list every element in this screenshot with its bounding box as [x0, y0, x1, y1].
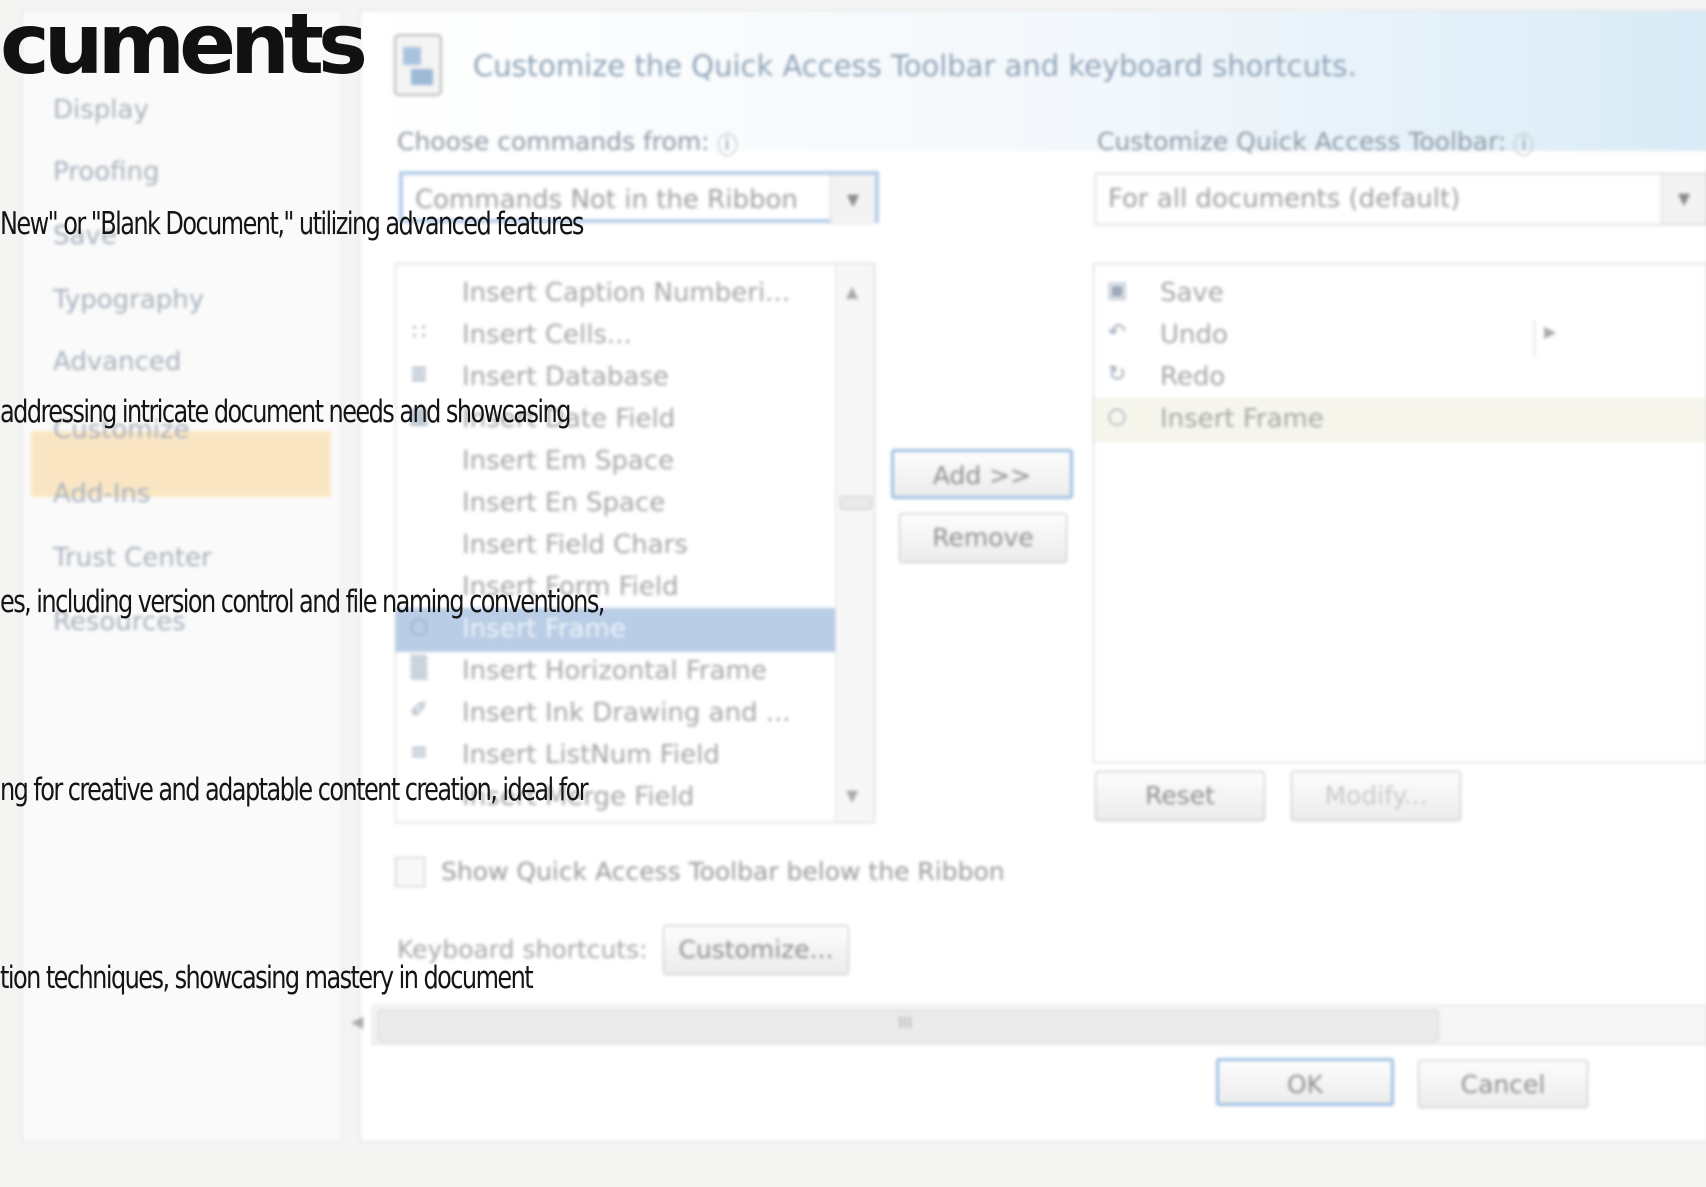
commands-list[interactable]: Insert Caption Numberi... ∷ Insert Cells..… — [395, 263, 875, 823]
sidebar-item-save[interactable]: Save — [53, 221, 117, 251]
blank-icon — [402, 782, 436, 812]
list-item[interactable]: ≣ Insert Database — [396, 356, 836, 400]
list-item[interactable]: Insert En Space — [396, 482, 836, 526]
list-item-label: Insert Frame — [462, 614, 626, 644]
list-item-label: Insert Horizontal Frame — [462, 656, 767, 686]
horizontal-scroll-thumb[interactable]: III — [377, 1010, 1439, 1042]
blank-icon — [402, 530, 436, 560]
list-item[interactable]: ▒ Insert Horizontal Frame — [396, 650, 836, 694]
list-item[interactable]: ✐ Insert Ink Drawing and ... — [396, 692, 836, 736]
sidebar-item-resources[interactable]: Resources — [53, 607, 186, 637]
choose-commands-dropdown[interactable]: Commands Not in the Ribbon ▼ — [399, 171, 879, 225]
customize-toolbar-label: Customize Quick Access Toolbar: i — [1097, 127, 1534, 156]
list-item-label: Save — [1160, 278, 1224, 308]
list-item[interactable]: ↻ Redo — [1094, 356, 1706, 400]
horizontal-frame-icon: ▒ — [410, 656, 428, 681]
submenu-arrow-icon[interactable]: ▶ — [1544, 322, 1556, 341]
list-item-label: Insert Form Field — [462, 572, 679, 602]
word-options-dialog: Display Proofing Save Typography Advance… — [0, 0, 1706, 1187]
toolbar-scope-value: For all documents (default) — [1108, 184, 1461, 214]
commands-list-scrollbar[interactable]: ▲ ▼ — [835, 264, 874, 822]
date-icon: ▦ — [408, 404, 430, 429]
listnum-icon: ≡ — [409, 740, 429, 765]
ok-button[interactable]: OK — [1216, 1058, 1394, 1106]
sidebar-item-customize[interactable]: Customize — [53, 415, 189, 445]
modify-button[interactable]: Modify... — [1291, 771, 1461, 821]
list-item[interactable]: Insert Caption Numberi... — [396, 272, 836, 316]
sidebar-item-add-ins[interactable]: Add-Ins — [53, 479, 150, 509]
frame-icon: ○ — [1107, 404, 1127, 429]
database-icon: ≣ — [409, 362, 429, 387]
list-item[interactable]: ∷ Insert Cells... — [396, 314, 836, 358]
frame-icon: ○ — [409, 614, 429, 639]
undo-icon: ↶ — [1107, 320, 1127, 345]
page-title: Customize the Quick Access Toolbar and k… — [473, 49, 1357, 83]
caption-icon — [402, 278, 436, 308]
list-item-label: Insert Em Space — [462, 446, 675, 476]
cells-icon: ∷ — [412, 320, 426, 345]
blank-icon — [402, 446, 436, 476]
list-item-label: Insert Ink Drawing and ... — [462, 698, 791, 728]
list-item-label: Insert Caption Numberi... — [462, 278, 790, 308]
customize-toolbar-icon — [394, 34, 442, 96]
list-item-label: Insert ListNum Field — [462, 740, 720, 770]
list-item[interactable]: Insert Merge Field — [396, 776, 836, 820]
blank-icon — [402, 488, 436, 518]
list-item[interactable]: ○ Insert Frame — [396, 608, 836, 652]
list-item[interactable]: Insert Field Chars — [396, 524, 836, 568]
info-icon: i — [1514, 133, 1534, 156]
toolbar-scope-dropdown[interactable]: For all documents (default) ▼ — [1095, 173, 1706, 225]
list-item-label: Insert Frame — [1160, 404, 1324, 434]
list-item-label: Undo — [1160, 320, 1228, 350]
list-item-label: Redo — [1160, 362, 1226, 392]
list-item[interactable]: ▦ Insert Date Field — [396, 398, 836, 442]
save-icon: ▣ — [1106, 278, 1128, 303]
scroll-left-icon[interactable]: ◀ — [351, 1012, 363, 1031]
info-icon: i — [717, 133, 737, 156]
list-divider — [1534, 320, 1535, 356]
toolbar-commands-list[interactable]: ▣ Save ↶ Undo ↻ Redo ○ Insert Frame ▶ — [1093, 263, 1706, 763]
list-item[interactable]: ▣ Save — [1094, 272, 1706, 316]
cancel-button[interactable]: Cancel — [1418, 1060, 1588, 1108]
chevron-down-icon[interactable]: ▼ — [830, 175, 875, 225]
list-item[interactable]: ≡ Insert ListNum Field — [396, 734, 836, 778]
scroll-up-icon[interactable]: ▲ — [846, 282, 858, 301]
list-item-label: Insert En Space — [462, 488, 666, 518]
sidebar-item-trust-center[interactable]: Trust Center — [53, 543, 212, 573]
remove-button[interactable]: Remove — [899, 513, 1067, 563]
list-item[interactable]: Insert Em Space — [396, 440, 836, 484]
list-item[interactable]: ○ Insert Frame — [1094, 398, 1706, 442]
scroll-thumb-grip: III — [898, 1013, 913, 1032]
scroll-down-icon[interactable]: ▼ — [846, 786, 858, 805]
list-item[interactable]: Insert Form Field — [396, 566, 836, 610]
list-item-label: Insert Cells... — [462, 320, 632, 350]
keyboard-customize-button[interactable]: Customize... — [663, 925, 849, 975]
sidebar-item-display[interactable]: Display — [53, 95, 149, 125]
sidebar-item-proofing[interactable]: Proofing — [53, 157, 160, 187]
list-item-label: Insert Field Chars — [462, 530, 688, 560]
sidebar-item-advanced[interactable]: Advanced — [53, 347, 181, 377]
show-below-ribbon-checkbox[interactable] — [395, 857, 425, 887]
reset-button[interactable]: Reset — [1095, 771, 1265, 821]
keyboard-shortcuts-label: Keyboard shortcuts: — [397, 935, 648, 964]
chevron-down-icon[interactable]: ▼ — [1661, 174, 1706, 224]
options-sidebar: Display Proofing Save Typography Advance… — [22, 10, 342, 1142]
choose-commands-label: Choose commands from: i — [397, 127, 737, 156]
show-below-ribbon-label: Show Quick Access Toolbar below the Ribb… — [441, 857, 1005, 886]
list-item-label: Insert Database — [462, 362, 669, 392]
list-item-label: Insert Merge Field — [462, 782, 695, 812]
horizontal-scrollbar[interactable]: ◀ III — [351, 1005, 1706, 1045]
add-button[interactable]: Add >> — [891, 449, 1073, 499]
customize-panel: Customize the Quick Access Toolbar and k… — [360, 10, 1706, 1142]
ink-icon: ✐ — [409, 698, 429, 723]
redo-icon: ↻ — [1107, 362, 1127, 387]
scroll-thumb[interactable] — [840, 496, 872, 510]
blank-icon — [402, 572, 436, 602]
sidebar-item-typography[interactable]: Typography — [53, 285, 204, 315]
choose-commands-value: Commands Not in the Ribbon — [415, 185, 798, 215]
list-item-label: Insert Date Field — [462, 404, 676, 434]
list-item[interactable]: ↶ Undo — [1094, 314, 1706, 358]
